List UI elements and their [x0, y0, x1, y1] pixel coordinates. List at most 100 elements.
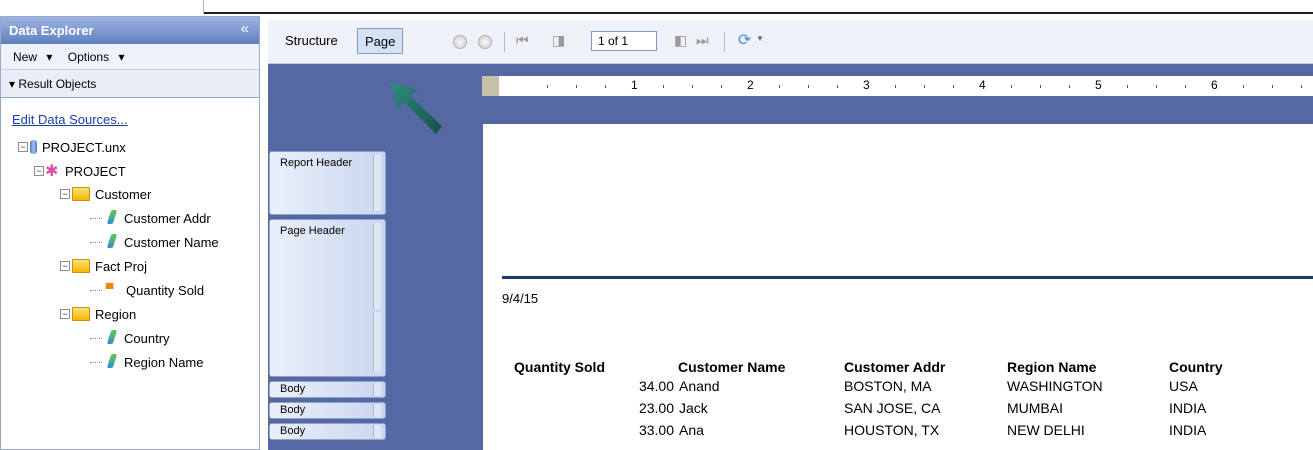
- ruler-tick: [1011, 85, 1012, 88]
- view-toolbar: Structure Page ⏮ ◨ ◧ ⏭ ⟳ ▼: [268, 20, 1313, 64]
- collapse-toggle-icon[interactable]: −: [60, 309, 70, 319]
- column-header-quantity-sold: Quantity Sold: [514, 359, 605, 375]
- ruler-tick: [547, 85, 548, 88]
- tree-node-customer[interactable]: − Customer: [60, 183, 151, 205]
- back-icon[interactable]: [453, 35, 467, 49]
- collapse-icon[interactable]: «: [241, 20, 249, 37]
- tree-connector: [90, 289, 102, 291]
- collapse-toggle-icon[interactable]: −: [34, 166, 44, 176]
- report-canvas: 1234567 Report Header Page Header Body B…: [268, 64, 1313, 450]
- band-resize-handle[interactable]: [373, 155, 381, 211]
- band-page-header[interactable]: Page Header: [269, 219, 386, 377]
- cell-region-name: MUMBAI: [1007, 400, 1063, 416]
- panel-title: Data Explorer: [9, 23, 94, 38]
- collapse-toggle-icon[interactable]: −: [18, 142, 28, 152]
- toolbar-separator: [724, 32, 725, 52]
- result-objects-section[interactable]: ▾ Result Objects: [1, 70, 259, 98]
- ruler-number: 1: [631, 78, 638, 92]
- tree-node-label: Region: [95, 306, 137, 322]
- ruler-tick: [1301, 85, 1302, 88]
- tree-node-label: Fact Proj: [95, 258, 148, 274]
- ruler-tick: [779, 85, 780, 88]
- tree-node-customer-name[interactable]: Customer Name: [90, 231, 219, 253]
- database-icon: [30, 140, 37, 154]
- tree-node-project-unx[interactable]: − PROJECT.unx: [18, 136, 126, 158]
- options-menu-button[interactable]: Options ▾: [68, 50, 131, 64]
- page-number-input[interactable]: [591, 31, 657, 51]
- cell-quantity: 23.00: [638, 400, 674, 416]
- tree-node-project[interactable]: − PROJECT: [34, 160, 126, 182]
- horizontal-ruler: 1234567: [499, 76, 1313, 96]
- band-resize-handle[interactable]: [373, 425, 381, 438]
- band-resize-handle[interactable]: [373, 223, 381, 309]
- folder-icon: [72, 307, 90, 321]
- tree-node-region-name[interactable]: Region Name: [90, 351, 204, 373]
- cell-country: INDIA: [1169, 422, 1207, 438]
- band-body[interactable]: Body: [269, 381, 386, 398]
- band-body[interactable]: Body: [269, 402, 386, 419]
- tree-node-region[interactable]: − Region: [60, 303, 136, 325]
- previous-page-icon[interactable]: ◨: [552, 32, 565, 49]
- edit-data-sources-link[interactable]: Edit Data Sources...: [12, 112, 128, 127]
- new-menu-button[interactable]: New ▾: [13, 50, 58, 64]
- cell-country: INDIA: [1169, 400, 1207, 416]
- tree-connector: [90, 361, 102, 363]
- dimension-icon: [105, 210, 119, 226]
- caret-down-icon: ▾: [9, 77, 16, 91]
- folder-icon: [72, 259, 90, 273]
- toolbar-separator: [504, 32, 505, 52]
- cell-region-name: NEW DELHI: [1007, 422, 1085, 438]
- band-label: Body: [280, 383, 306, 395]
- cell-customer-addr: HOUSTON, TX: [844, 422, 940, 438]
- tree-node-customer-addr[interactable]: Customer Addr: [90, 207, 211, 229]
- forward-icon[interactable]: [478, 35, 492, 49]
- band-resize-handle[interactable]: [373, 404, 381, 417]
- tree-node-label: Customer: [95, 186, 152, 202]
- first-page-icon[interactable]: ⏮: [516, 32, 529, 49]
- ruler-number: 4: [979, 78, 986, 92]
- ruler-number: 5: [1095, 78, 1102, 92]
- band-report-header[interactable]: Report Header: [269, 151, 386, 215]
- ruler-tick: [721, 85, 722, 88]
- tab-page[interactable]: Page: [357, 28, 404, 54]
- top-divider: [204, 12, 1313, 14]
- universe-icon: [45, 161, 60, 181]
- dimension-icon: [105, 354, 119, 370]
- dimension-icon: [105, 234, 119, 250]
- cell-quantity: 34.00: [638, 378, 674, 394]
- cell-quantity: 33.00: [638, 422, 674, 438]
- ruler-tick: [924, 85, 925, 88]
- collapse-toggle-icon[interactable]: −: [60, 261, 70, 271]
- panel-menu: New ▾ Options ▾: [1, 44, 259, 70]
- caret-down-icon: ▾: [46, 50, 53, 64]
- ruler-tick: [605, 85, 606, 88]
- tree-node-label: Region Name: [124, 354, 204, 370]
- last-page-icon[interactable]: ⏭: [696, 32, 709, 49]
- cell-customer-addr: SAN JOSE, CA: [844, 400, 941, 416]
- refresh-icon[interactable]: ⟳: [738, 30, 751, 50]
- band-resize-handle[interactable]: [373, 383, 381, 396]
- folder-icon: [72, 187, 90, 201]
- tree-connector: [90, 217, 102, 219]
- cell-customer-name: Anand: [679, 378, 720, 394]
- caret-down-icon[interactable]: ▼: [756, 34, 764, 43]
- next-page-icon[interactable]: ◧: [674, 32, 687, 49]
- tab-structure[interactable]: Structure: [276, 28, 347, 54]
- ruler-number: 2: [747, 78, 754, 92]
- ruler-tick: [663, 85, 664, 88]
- band-body[interactable]: Body: [269, 423, 386, 440]
- tree-node-country[interactable]: Country: [90, 327, 170, 349]
- band-resize-handle[interactable]: [373, 312, 381, 372]
- column-header-customer-name: Customer Name: [678, 359, 786, 375]
- cell-region-name: WASHINGTON: [1007, 378, 1103, 394]
- column-header-country: Country: [1169, 359, 1223, 375]
- tree-node-fact-proj[interactable]: − Fact Proj: [60, 255, 147, 277]
- cell-country: USA: [1169, 378, 1198, 394]
- tree-node-quantity-sold[interactable]: Quantity Sold: [90, 279, 204, 301]
- header-rule-line: [502, 276, 1313, 279]
- band-label: Report Header: [280, 157, 353, 169]
- new-menu-label: New: [13, 50, 38, 64]
- ruler-tick: [1185, 85, 1186, 88]
- tree-node-label: Country: [124, 330, 170, 346]
- collapse-toggle-icon[interactable]: −: [60, 189, 70, 199]
